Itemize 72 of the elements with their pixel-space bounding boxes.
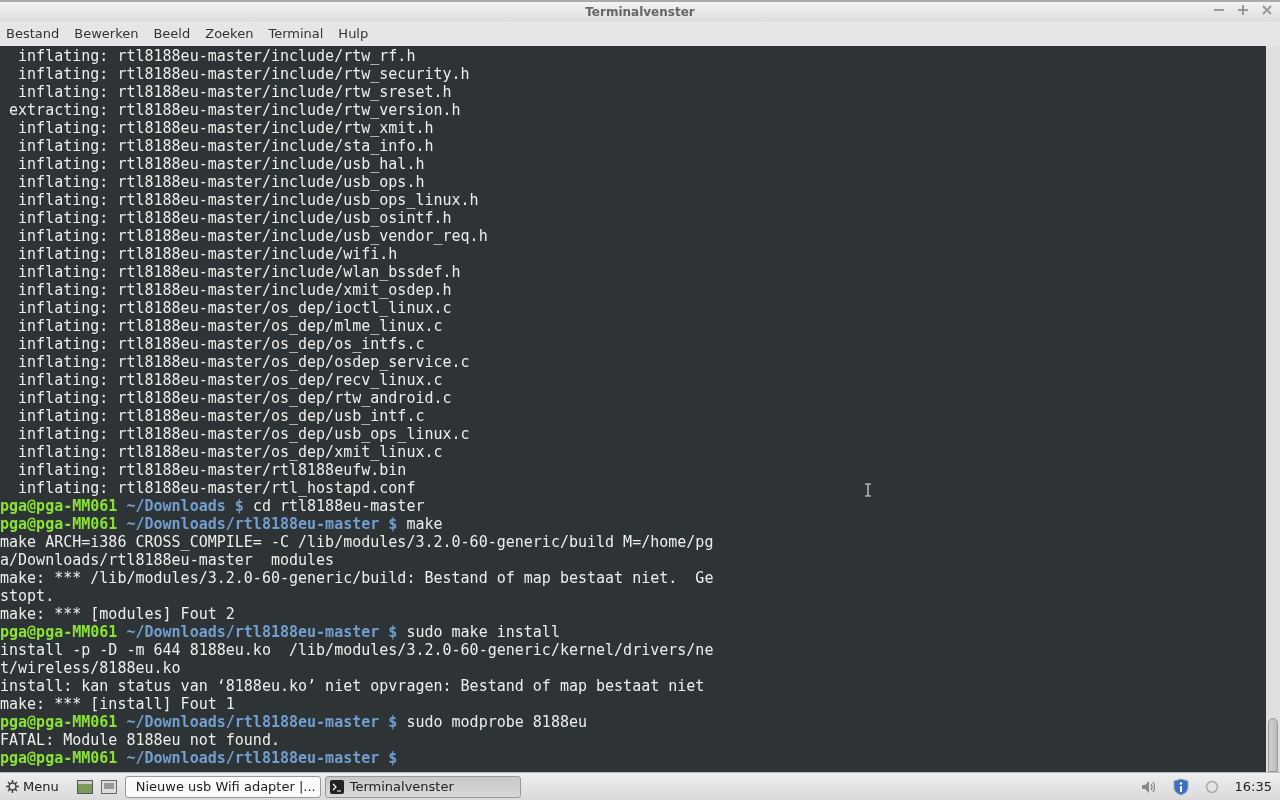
output-line: inflating: rtl8188eu-master/include/sta_info.h [17,137,434,155]
output-line: inflating: rtl8188eu-master/include/usb_ops_linux.h [17,191,479,209]
output-line: inflating: rtl8188eu-master/os_dep/ioctl_linux.c [17,299,452,317]
output-line: inflating: rtl8188eu-master/include/usb_ops.h [17,173,425,191]
loading-spinner-icon [1204,779,1219,794]
prompt-path: ~/Downloads/rtl8188eu-master $ [126,749,398,767]
output-line: inflating: rtl8188eu-master/include/usb_osintf.h [17,209,452,227]
prompt-user: pga@pga-MM061 [0,623,118,641]
output-line: inflating: rtl8188eu-master/include/rtw_rf.h [17,47,416,65]
prompt-user: pga@pga-MM061 [0,497,118,515]
command-text: sudo modprobe 8188eu [406,713,588,731]
output-line: make: *** [modules] Fout 2 [0,605,235,623]
prompt-path: ~/Downloads/rtl8188eu-master $ [126,623,398,641]
output-line: inflating: rtl8188eu-master/rtl_hostapd.conf [17,479,416,497]
output-line: make: *** [install] Fout 1 [0,695,235,713]
speaker-icon[interactable] [1140,779,1157,794]
prompt-path: ~/Downloads/rtl8188eu-master $ [126,515,398,533]
output-line: a/Downloads/rtl8188eu-master modules [0,551,335,569]
gear-icon [6,780,19,793]
output-line: inflating: rtl8188eu-master/rtl8188eufw.bin [17,461,407,479]
text-cursor-icon [864,483,872,497]
output-line: inflating: rtl8188eu-master/os_dep/mlme_linux.c [17,317,443,335]
output-line: stopt. [0,587,55,605]
output-line: inflating: rtl8188eu-master/os_dep/os_intfs.c [17,335,425,353]
output-line: extracting: rtl8188eu-master/include/rtw_version.h [8,101,461,119]
prompt-user: pga@pga-MM061 [0,515,118,533]
command-text: make [406,515,443,533]
clock[interactable]: 16:35 [1234,776,1280,797]
scrollbar[interactable] [1266,46,1280,772]
output-line: inflating: rtl8188eu-master/include/rtw_security.h [17,65,470,83]
output-line: make ARCH=i386 CROSS_COMPILE= -C /lib/modules/3.2.0-60-generic/build M=/home/pg [0,533,714,551]
menu-item[interactable]: Bewerken [74,22,139,46]
monitor-icon[interactable] [100,779,117,794]
output-line: make: *** /lib/modules/3.2.0-60-generic/build: Bestand of map bestaat niet. Ge [0,569,714,587]
output-line: inflating: rtl8188eu-master/include/wifi.h [17,245,398,263]
output-line: inflating: rtl8188eu-master/include/usb_hal.h [17,155,425,173]
taskbar-task[interactable]: Terminalvenster [324,775,521,798]
output-line: inflating: rtl8188eu-master/include/rtw_xmit.h [17,119,434,137]
output-line: install -p -D -m 644 8188eu.ko /lib/modules/3.2.0-60-generic/kernel/drivers/ne [0,641,714,659]
menu-item[interactable]: Zoeken [205,22,254,46]
output-line: inflating: rtl8188eu-master/os_dep/usb_intf.c [17,407,425,425]
output-line: inflating: rtl8188eu-master/os_dep/usb_ops_linux.c [17,425,470,443]
window-title: Terminalvenster [585,4,695,21]
output-line: inflating: rtl8188eu-master/include/wlan_bssdef.h [17,263,461,281]
scrollbar-thumb[interactable] [1268,718,1278,772]
prompt-path: ~/Downloads/rtl8188eu-master $ [126,713,398,731]
output-line: inflating: rtl8188eu-master/include/xmit_osdep.h [17,281,452,299]
output-line: FATAL: Module 8188eu not found. [0,731,280,749]
output-line: inflating: rtl8188eu-master/os_dep/recv_linux.c [17,371,443,389]
output-line: inflating: rtl8188eu-master/include/rtw_sreset.h [17,83,452,101]
command-text: sudo make install [406,623,560,641]
output-line: t/wireless/8188eu.ko [0,659,181,677]
maximize-icon[interactable] [1238,5,1248,15]
output-line: inflating: rtl8188eu-master/include/usb_vendor_req.h [17,227,488,245]
output-line: inflating: rtl8188eu-master/os_dep/xmit_linux.c [17,443,443,461]
close-icon[interactable] [1262,5,1272,15]
shield-info-icon[interactable] [1172,777,1189,796]
prompt-path: ~/Downloads $ [126,497,244,515]
menu-button[interactable]: Menu [4,776,65,797]
menu-item[interactable]: Beeld [153,22,191,46]
taskbar-task[interactable]: Nieuwe usb Wifi adapter |... [124,775,321,798]
terminal-icon [329,779,344,794]
menu-item[interactable]: Terminal [268,22,324,46]
desktop-icon[interactable] [76,779,93,794]
output-line: inflating: rtl8188eu-master/os_dep/osdep_service.c [17,353,470,371]
output-line: inflating: rtl8188eu-master/os_dep/rtw_android.c [17,389,452,407]
menu-item[interactable]: Hulp [338,22,369,46]
output-line: install: kan status van ‘8188eu.ko’ niet opvragen: Bestand of map bestaat niet [0,677,705,695]
menu-item[interactable]: Bestand [6,22,60,46]
prompt-user: pga@pga-MM061 [0,713,118,731]
prompt-user: pga@pga-MM061 [0,749,118,767]
command-text: cd rtl8188eu-master [252,497,425,515]
